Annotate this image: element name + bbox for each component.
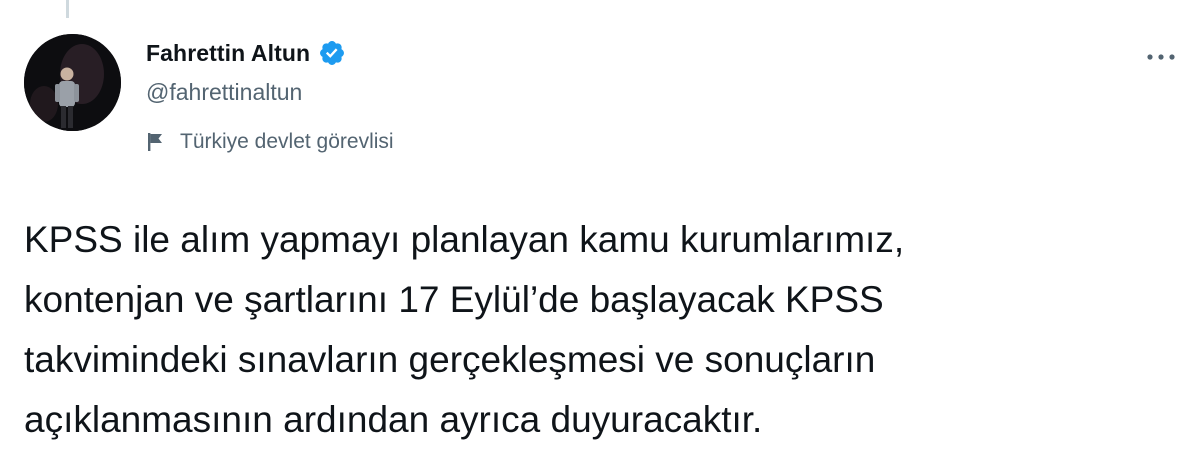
author-handle[interactable]: @fahrettinaltun xyxy=(146,79,302,106)
government-label[interactable]: Türkiye devlet görevlisi xyxy=(146,128,394,156)
author-name[interactable]: Fahrettin Altun xyxy=(146,40,310,67)
flag-icon xyxy=(146,131,166,153)
more-options-icon xyxy=(1147,54,1175,60)
avatar-image xyxy=(24,34,121,131)
tweet-card: Fahrettin Altun @fahrettinaltun Türkiye … xyxy=(0,0,1200,474)
tweet-text-line: açıklanmasının ardından ayrıca duyuracak… xyxy=(24,399,763,440)
tweet-text-line: kontenjan ve şartlarını 17 Eylül’de başl… xyxy=(24,279,884,320)
tweet-text-line: KPSS ile alım yapmayı planlayan kamu kur… xyxy=(24,219,905,260)
thread-connector xyxy=(66,0,69,18)
more-options-button[interactable] xyxy=(1144,40,1178,74)
author-name-row[interactable]: Fahrettin Altun xyxy=(146,38,346,68)
government-label-text: Türkiye devlet görevlisi xyxy=(180,130,394,153)
verified-badge-icon xyxy=(318,39,346,67)
avatar[interactable] xyxy=(24,34,121,131)
tweet-text-line: takvimindeki sınavların gerçekleşmesi ve… xyxy=(24,339,876,380)
tweet-text: KPSS ile alım yapmayı planlayan kamu kur… xyxy=(24,210,1164,450)
